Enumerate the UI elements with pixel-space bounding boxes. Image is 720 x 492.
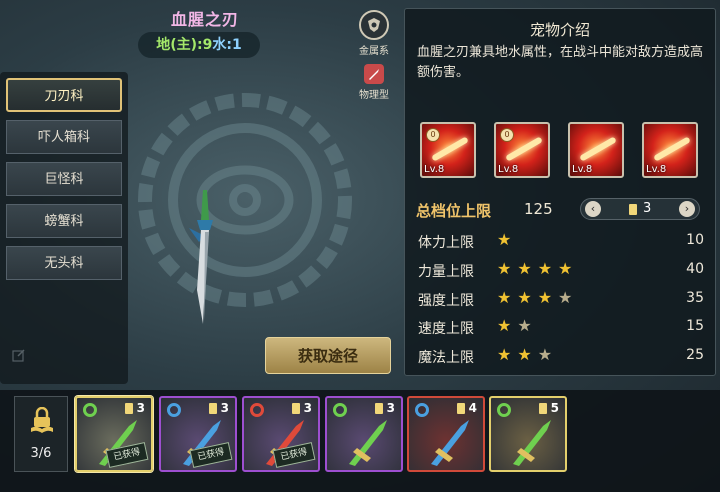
chevron-right-icon[interactable]: › [679,201,695,217]
category-headless[interactable]: 无头科 [6,246,122,280]
skill-slot-3[interactable]: Lv.8 [568,122,624,178]
slot-count: 3 [136,401,145,415]
card-icon [209,403,217,414]
stat-value-toughness: 35 [686,290,704,306]
stat-stars-speed: ★★ [497,316,538,335]
skill-level: Lv.8 [646,164,667,175]
pet-thumbnail [513,420,551,466]
skill-level: Lv.8 [424,164,445,175]
skill-slot-2[interactable]: 0 Lv.8 [494,122,550,178]
unlock-count: 3/6 [30,446,52,461]
card-icon [375,403,383,414]
rune-icon: 0 [500,128,514,142]
total-grade-value: 125 [524,200,553,218]
skill-level: Lv.8 [498,164,519,175]
slot-count: 3 [303,401,312,415]
metal-crest-icon [359,10,389,40]
category-list: 刀刃科 吓人箱科 巨怪科 螃蟹科 无头科 [0,72,128,384]
card-icon [125,403,133,414]
pet-model-sword [189,190,213,324]
pet-name: 血腥之刃 [170,10,239,29]
card-icon [292,403,300,414]
half-star-icon: ★ [558,288,579,307]
skill-slot-1[interactable]: 0 Lv.8 [420,122,476,178]
stat-stars-stamina: ★ [497,230,518,249]
pet-thumbnail [349,420,387,466]
half-star-icon: ★ [537,345,559,364]
grade-selector: ‹ 3 › [580,198,700,220]
stat-stars-magic: ★★★ [497,345,559,364]
category-crab[interactable]: 螃蟹科 [6,204,122,238]
water-element-value: :1 [226,37,242,53]
pet-thumbnail [431,420,469,466]
slot-count: 3 [220,401,229,415]
attack-type-label: 物理型 [359,90,389,101]
element-ring-icon [83,403,97,417]
stat-label-toughness: 强度上限 [418,293,474,309]
evolution-slot-3[interactable]: 3 已获得 [242,396,320,472]
element-ring-icon [250,403,264,417]
element-ring-icon [415,403,429,417]
half-star-icon: ★ [517,316,538,335]
stat-label-strength: 力量上限 [418,264,474,280]
evolution-slot-2[interactable]: 3 已获得 [159,396,237,472]
category-giant-monster[interactable]: 巨怪科 [6,162,122,196]
evolution-slot-4[interactable]: 3 [325,396,403,472]
stat-value-strength: 40 [686,261,704,277]
total-grade-label: 总档位上限 [416,202,492,220]
grade-value: 3 [643,201,652,216]
earth-element-value: :9 [197,37,213,53]
slot-count: 5 [550,401,559,415]
sword-slash-icon [364,64,384,84]
skill-slot-4[interactable]: Lv.8 [642,122,698,178]
element-ring-icon [167,403,181,417]
water-element-label: 水 [212,37,227,53]
attribute-label: 金属系 [359,46,389,57]
evolution-slot-6[interactable]: 5 [489,396,567,472]
lock-book-icon [31,407,53,433]
card-icon [539,403,547,414]
rune-icon: 0 [426,128,440,142]
grade-card-icon [629,204,637,215]
evolution-slot-5[interactable]: 4 [407,396,485,472]
attribute-badge[interactable]: 金属系 [352,10,396,57]
skill-slash-icon [579,136,617,162]
element-ring-icon [333,403,347,417]
pet-intro-title: 宠物介绍 [529,21,590,39]
background-emblem [138,93,352,307]
category-scary-box[interactable]: 吓人箱科 [6,120,122,154]
evolution-slot-1[interactable]: 3 已获得 [75,396,153,472]
earth-element-label: 地(主) [156,37,198,53]
element-ring-icon [497,403,511,417]
edit-icon[interactable] [12,348,26,362]
pet-intro-text: 血腥之刃兼具地水属性，在战斗中能对敌方造成高额伤害。 [417,45,704,80]
element-ratio: 地(主):9水:1 [138,32,260,58]
stat-label-magic: 魔法上限 [418,350,474,366]
category-blade[interactable]: 刀刃科 [6,78,122,112]
stat-stars-toughness: ★★★★ [497,288,579,307]
stat-label-speed: 速度上限 [418,321,474,337]
chevron-left-icon[interactable]: ‹ [585,201,601,217]
slot-count: 3 [386,401,395,415]
skill-level: Lv.8 [572,164,593,175]
stat-stars-strength: ★★★★ [497,259,579,278]
stat-value-stamina: 10 [686,232,704,248]
stat-value-magic: 25 [686,347,704,363]
skill-slash-icon [653,136,691,162]
attack-type-badge[interactable]: 物理型 [352,64,396,101]
card-icon [457,403,465,414]
stat-label-stamina: 体力上限 [418,235,474,251]
stat-value-speed: 15 [686,318,704,334]
acquire-method-button[interactable]: 获取途径 [265,337,391,374]
slot-count: 4 [468,401,477,415]
